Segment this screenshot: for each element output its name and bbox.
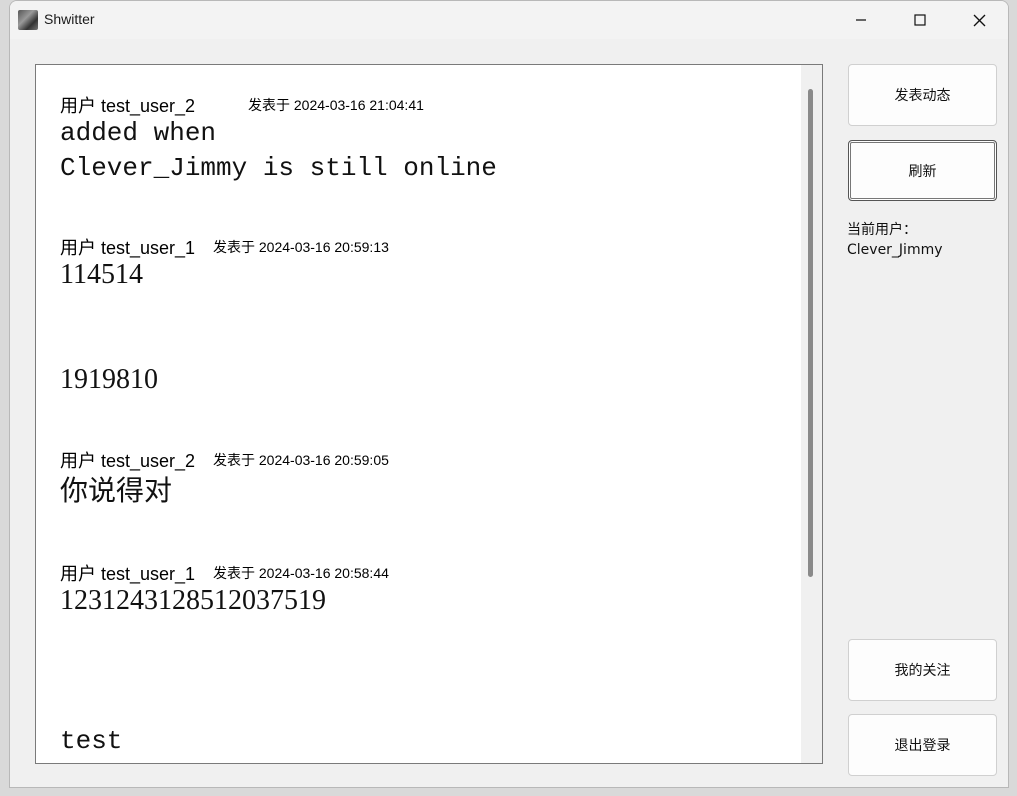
current-user-info: 当前用户： Clever_Jimmy bbox=[847, 220, 943, 260]
minimize-button[interactable] bbox=[832, 1, 890, 39]
post-time: 发表于 2024-03-16 21:04:41 bbox=[248, 97, 424, 113]
post-content-line: Clever_Jimmy is still online bbox=[60, 153, 497, 183]
post-author: 用户 test_user_1 bbox=[60, 564, 196, 584]
post-content-line: 1231243128512037519 bbox=[60, 585, 326, 616]
app-icon bbox=[18, 10, 38, 30]
post-content-line: 你说得对 bbox=[60, 474, 173, 507]
post-feed[interactable]: 用户 test_user_2 发表于 2024-03-16 21:04:41 a… bbox=[35, 64, 823, 764]
post-time: 发表于 2024-03-16 20:59:05 bbox=[213, 452, 389, 468]
window-title: Shwitter bbox=[44, 11, 95, 27]
post-content-line: 1919810 bbox=[60, 364, 158, 395]
scrollbar-thumb[interactable] bbox=[808, 89, 813, 577]
post-author: 用户 test_user_1 bbox=[60, 238, 196, 258]
new-post-button[interactable]: 发表动态 bbox=[848, 64, 997, 126]
logout-button[interactable]: 退出登录 bbox=[848, 714, 997, 776]
post-content-line: test bbox=[60, 726, 123, 756]
close-icon bbox=[973, 14, 985, 26]
title-bar: Shwitter bbox=[10, 1, 1008, 39]
following-button[interactable]: 我的关注 bbox=[848, 639, 997, 701]
maximize-icon bbox=[914, 14, 926, 26]
post-author: 用户 test_user_2 bbox=[60, 96, 196, 116]
post-content-line: 114514 bbox=[60, 259, 143, 290]
post-content-line: added when bbox=[60, 118, 217, 148]
minimize-icon bbox=[856, 19, 866, 21]
current-user-name: Clever_Jimmy bbox=[847, 242, 943, 258]
maximize-button[interactable] bbox=[891, 1, 949, 39]
current-user-label: 当前用户： bbox=[847, 222, 917, 238]
post-time: 发表于 2024-03-16 20:58:44 bbox=[213, 565, 389, 581]
post-time: 发表于 2024-03-16 20:59:13 bbox=[213, 239, 389, 255]
feed-scrollbar[interactable] bbox=[801, 65, 822, 763]
app-window: Shwitter 用户 test_user_2 发表于 2024-03-16 2… bbox=[9, 0, 1009, 788]
close-button[interactable] bbox=[950, 1, 1008, 39]
refresh-button[interactable]: 刷新 bbox=[848, 140, 997, 201]
